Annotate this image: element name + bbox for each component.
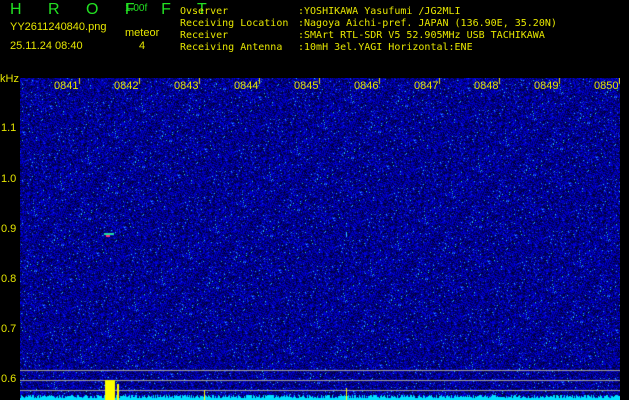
y-unit: kHz <box>0 73 19 85</box>
spectrogram <box>20 78 620 400</box>
y-tick-label: 1.0 <box>1 173 17 185</box>
info-antenna: Receiving Antenna :10mH 3el.YAGI Horizont… <box>180 42 473 54</box>
info-value: :Nagoya Aichi-pref. JAPAN (136.90E, 35.2… <box>298 18 557 29</box>
datetime: 25.11.24 08:40 <box>10 40 83 52</box>
time-label: 0847 <box>414 80 439 92</box>
meteor-label: meteor <box>125 27 160 39</box>
time-label: 0845 <box>294 80 319 92</box>
time-label: 0843 <box>174 80 199 92</box>
filename: YY2611240840.png <box>10 21 107 33</box>
time-label: 0842 <box>114 80 139 92</box>
info-value: :YOSHIKAWA Yasufumi /JG2MLI <box>298 6 461 17</box>
y-tick-label: 0.6 <box>1 373 17 385</box>
info-value: :10mH 3el.YAGI Horizontal:ENE <box>298 42 473 53</box>
y-tick-label: 1.1 <box>1 122 17 134</box>
info-receiver: Receiver :SMArt RTL-SDR V5 52.905MHz USB … <box>180 30 545 42</box>
time-label: 0848 <box>474 80 499 92</box>
time-label: 0846 <box>354 80 379 92</box>
time-label: 0849 <box>534 80 559 92</box>
info-label: Ovserver <box>180 6 229 17</box>
y-tick-label: 0.9 <box>1 223 17 235</box>
time-label: 0844 <box>234 80 259 92</box>
y-tick-label: 0.8 <box>1 273 17 285</box>
meteor-count: 4 <box>139 40 146 52</box>
info-location: Receiving Location :Nagoya Aichi-pref. JA… <box>180 18 557 30</box>
time-label: 0850 <box>594 80 619 92</box>
info-value: :SMArt RTL-SDR V5 52.905MHz USB TACHIKAW… <box>298 30 545 41</box>
info-label: Receiving Location <box>180 18 289 29</box>
y-tick-label: 0.7 <box>1 323 17 335</box>
info-label: Receiving Antenna <box>180 42 283 53</box>
version: 1.00f <box>125 3 148 14</box>
time-label: 0841 <box>54 80 79 92</box>
info-label: Receiver <box>180 30 229 41</box>
info-observer: Ovserver :YOSHIKAWA Yasufumi /JG2MLI <box>180 6 461 18</box>
